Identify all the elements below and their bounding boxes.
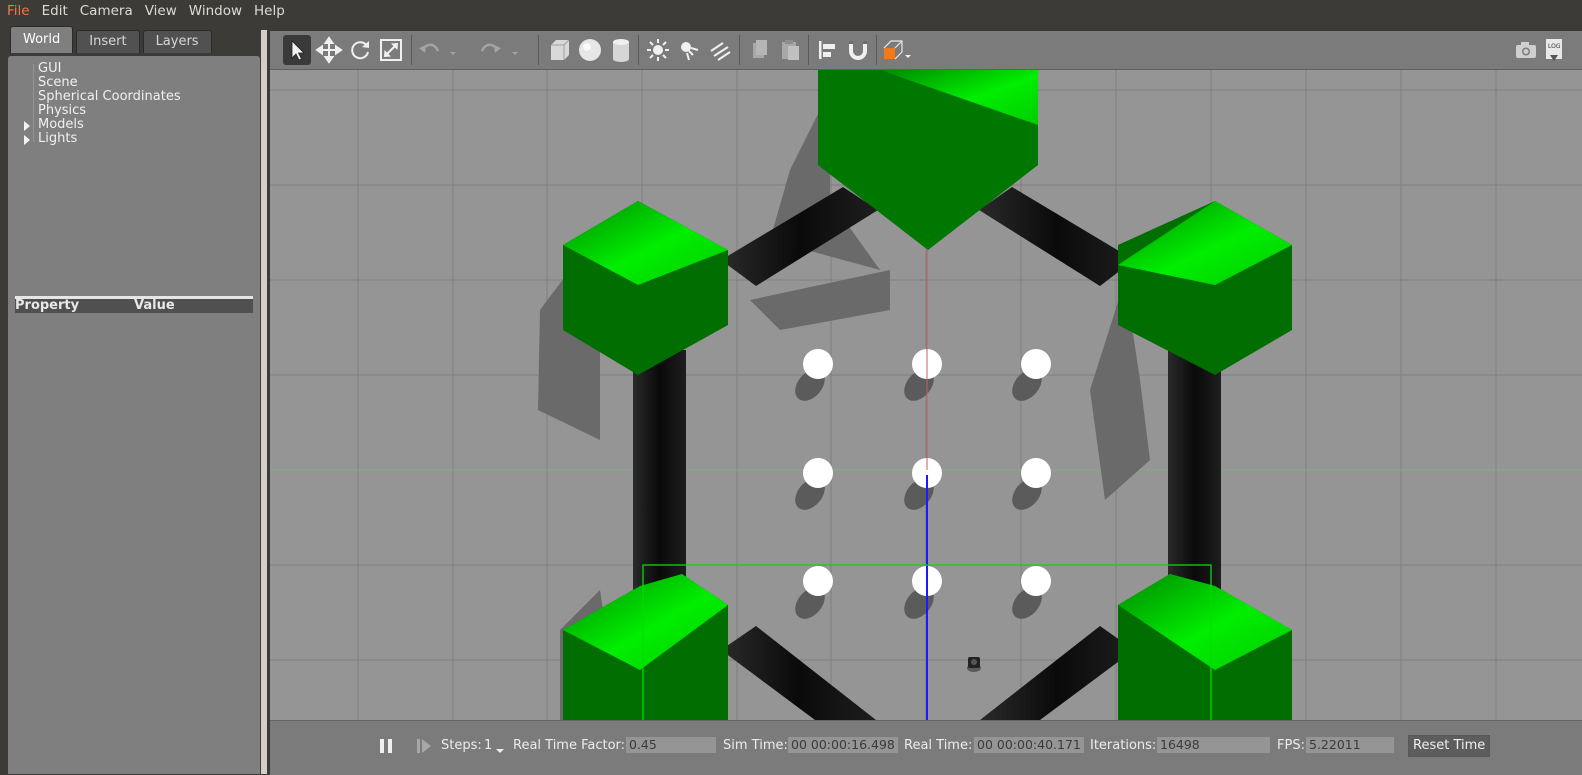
tab-insert[interactable]: Insert <box>76 30 140 53</box>
undo-icon[interactable] <box>416 35 444 65</box>
undo-history-chevron-down-icon[interactable] <box>446 35 460 65</box>
rotate-icon[interactable] <box>346 35 374 65</box>
box-icon[interactable] <box>545 35 573 65</box>
tree-item-models[interactable]: Models <box>24 117 84 132</box>
redo-icon[interactable] <box>476 35 504 65</box>
tab-world[interactable]: World <box>10 26 74 53</box>
robot-model <box>967 657 981 672</box>
panel-tabs: World Insert Layers <box>10 26 215 53</box>
iterations-label: Iterations: <box>1090 738 1157 753</box>
panel-splitter[interactable] <box>261 30 267 774</box>
sphere-icon[interactable] <box>576 35 604 65</box>
menu-file[interactable]: File <box>2 3 35 19</box>
left-panel: World Insert Layers GUI Scene Spherical … <box>0 22 268 774</box>
menu-window[interactable]: Window <box>184 3 247 19</box>
toolbar-separator <box>538 35 539 65</box>
steps-chevron-down-icon[interactable] <box>495 744 505 753</box>
view-angle-icon[interactable] <box>881 35 917 65</box>
simulation-status-bar: Steps: 1 Real Time Factor: 0.45 Sim Time… <box>270 720 1582 775</box>
tree-item-lights[interactable]: Lights <box>24 131 78 146</box>
snap-icon[interactable] <box>844 35 872 65</box>
copy-icon[interactable] <box>745 35 773 65</box>
spot-light-icon[interactable] <box>675 35 703 65</box>
real-time-factor-value: 0.45 <box>626 737 716 753</box>
toolbar-separator <box>411 35 412 65</box>
menu-edit[interactable]: Edit <box>37 3 73 19</box>
sim-time-label: Sim Time: <box>723 738 788 753</box>
tree-item-models-label: Models <box>38 117 84 132</box>
fps-value: 5.22011 <box>1306 737 1394 753</box>
toolbar-separator <box>808 35 809 65</box>
scale-icon[interactable] <box>377 35 405 65</box>
select-arrow-icon[interactable] <box>283 35 311 65</box>
toolbar-separator <box>739 35 740 65</box>
sim-time-value: 00 00:00:16.498 <box>788 737 898 753</box>
tree-item-gui[interactable]: GUI <box>38 62 61 76</box>
tree-guide-line <box>33 64 34 142</box>
real-time-label: Real Time: <box>904 738 973 753</box>
menu-view[interactable]: View <box>140 3 182 19</box>
property-header: Property Value <box>15 296 253 313</box>
tab-layers[interactable]: Layers <box>142 30 212 53</box>
step-forward-icon[interactable] <box>416 738 432 754</box>
menu-camera[interactable]: Camera <box>75 3 138 19</box>
toolbar-separator <box>638 35 639 65</box>
tree-item-lights-label: Lights <box>38 131 78 146</box>
point-light-icon[interactable] <box>644 35 672 65</box>
expand-arrow-icon[interactable] <box>24 135 30 145</box>
tree-item-scene[interactable]: Scene <box>38 76 78 90</box>
steps-label: Steps: <box>441 738 482 753</box>
fps-label: FPS: <box>1277 738 1305 753</box>
cylinder-icon[interactable] <box>607 35 635 65</box>
log-icon[interactable]: LOG <box>1542 35 1564 65</box>
paste-icon[interactable] <box>776 35 804 65</box>
world-tree: GUI Scene Spherical Coordinates Physics … <box>8 56 260 294</box>
value-column-header: Value <box>134 298 175 313</box>
directional-light-icon[interactable] <box>706 35 734 65</box>
menu-bar: File Edit Camera View Window Help <box>0 0 1582 22</box>
tree-item-spherical-coordinates[interactable]: Spherical Coordinates <box>38 90 181 104</box>
expand-arrow-icon[interactable] <box>24 121 30 131</box>
align-icon[interactable] <box>813 35 841 65</box>
real-time-factor-label: Real Time Factor: <box>513 738 626 753</box>
translate-icon[interactable] <box>315 35 343 65</box>
toolbar-separator <box>876 35 877 65</box>
pause-icon[interactable] <box>378 738 394 754</box>
log-label: LOG <box>1548 43 1561 50</box>
redo-history-chevron-down-icon[interactable] <box>508 35 522 65</box>
reset-time-button[interactable]: Reset Time <box>1408 735 1491 757</box>
3d-viewport[interactable] <box>270 70 1582 720</box>
property-column-header: Property <box>15 298 80 313</box>
real-time-value: 00 00:00:40.171 <box>974 737 1084 753</box>
tree-item-physics[interactable]: Physics <box>38 104 86 118</box>
steps-value[interactable]: 1 <box>484 738 492 753</box>
property-panel: Property Value <box>8 292 260 774</box>
scene-render[interactable] <box>270 70 1582 720</box>
menu-help[interactable]: Help <box>249 3 290 19</box>
iterations-value: 16498 <box>1157 737 1270 753</box>
toolbar: LOG <box>270 31 1582 70</box>
screenshot-icon[interactable] <box>1512 35 1540 65</box>
